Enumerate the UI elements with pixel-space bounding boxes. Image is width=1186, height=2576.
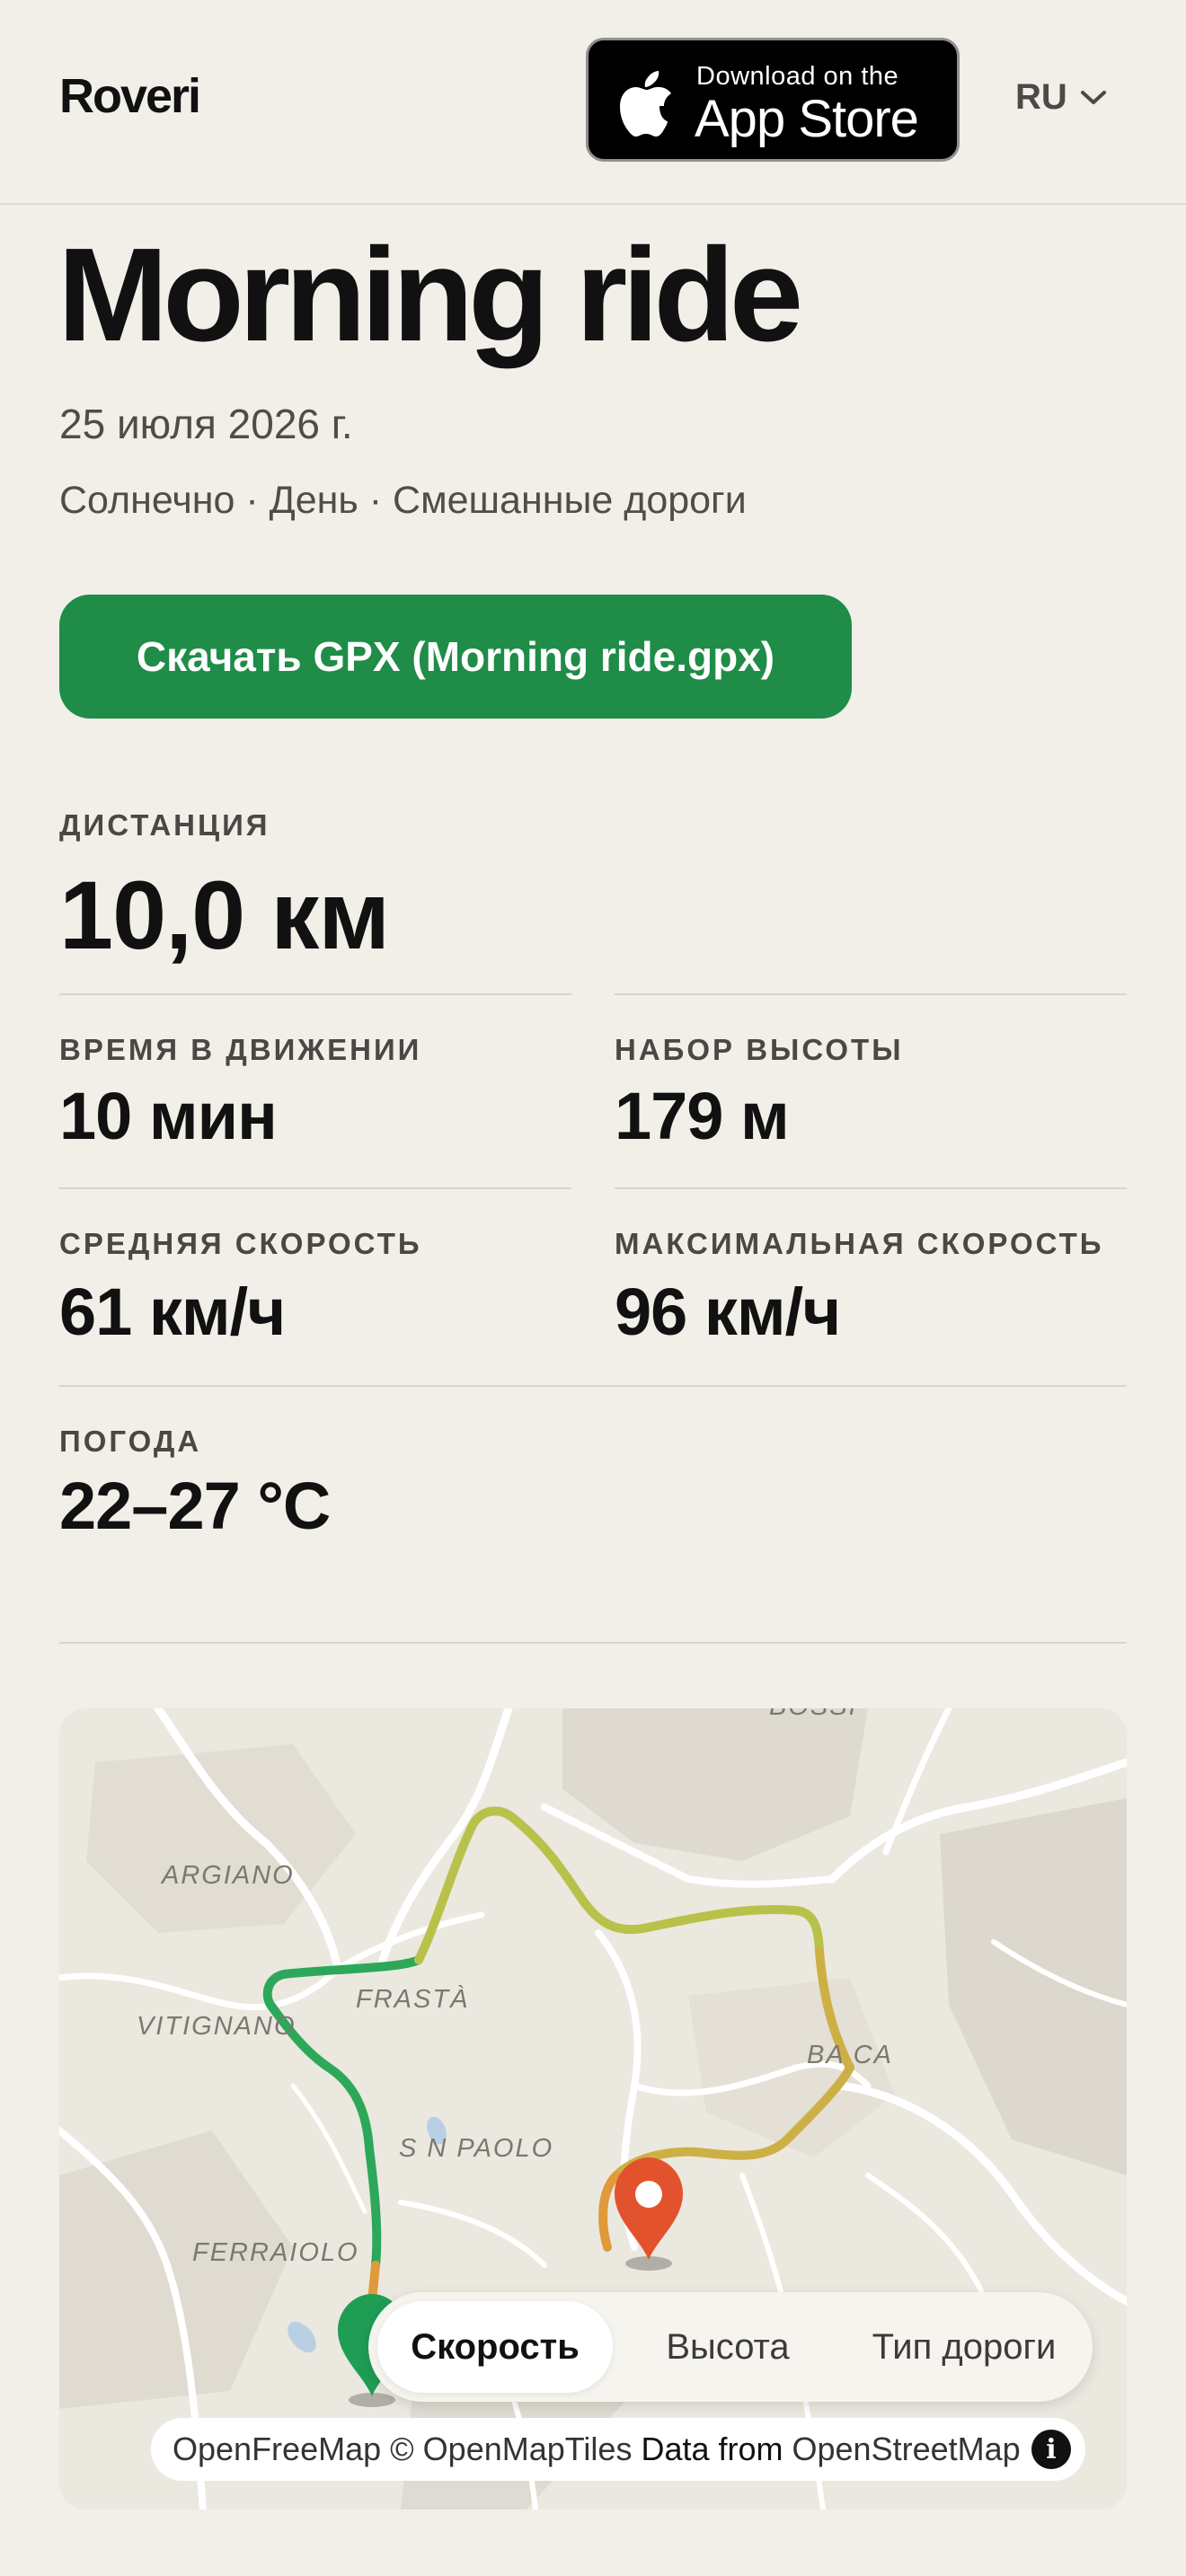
language-selector[interactable]: RU — [1015, 77, 1107, 118]
place-label: FRASTÀ — [356, 1985, 470, 2014]
divider — [59, 1642, 1127, 1644]
download-gpx-button[interactable]: Скачать GPX (Morning ride.gpx) — [59, 595, 852, 719]
max-speed-label: МАКСИМАЛЬНАЯ СКОРОСТЬ — [615, 1227, 1104, 1260]
elevation-gain-label: НАБОР ВЫСОТЫ — [615, 1033, 904, 1066]
moving-time-label: ВРЕМЯ В ДВИЖЕНИИ — [59, 1033, 422, 1066]
ride-tags: Солнечно · День · Смешанные дороги — [59, 479, 747, 522]
weather-label: ПОГОДА — [59, 1425, 202, 1458]
distance-value: 10,0 км — [59, 860, 390, 969]
place-label: S N PAOLO — [399, 2134, 554, 2163]
logo[interactable]: Roveri — [59, 68, 201, 124]
avg-speed-value: 61 км/ч — [59, 1275, 286, 1349]
elevation-gain-value: 179 м — [615, 1079, 790, 1153]
weather-value: 22–27 °C — [59, 1469, 331, 1543]
divider — [615, 1187, 1127, 1189]
place-label: ARGIANO — [162, 1861, 295, 1890]
chevron-down-icon — [1080, 90, 1106, 104]
app-store-button[interactable]: Download on the App Store — [586, 38, 960, 162]
distance-label: ДИСТАНЦИЯ — [59, 808, 270, 842]
data-from-text: Data from — [641, 2430, 783, 2467]
tab-elevation[interactable]: Высота — [622, 2301, 834, 2393]
info-icon[interactable]: i — [1031, 2430, 1071, 2469]
ride-date: 25 июля 2026 г. — [59, 401, 353, 447]
avg-speed-label: СРЕДНЯЯ СКОРОСТЬ — [59, 1227, 422, 1260]
divider — [59, 1187, 571, 1189]
moving-time-value: 10 мин — [59, 1079, 278, 1153]
place-label: BA CA — [807, 2041, 893, 2069]
tab-speed[interactable]: Скорость — [377, 2301, 613, 2393]
language-label: RU — [1015, 77, 1067, 117]
max-speed-value: 96 км/ч — [615, 1275, 841, 1349]
app-store-small-text: Download on the — [696, 62, 899, 91]
ride-title: Morning ride — [58, 221, 803, 369]
place-label: VITIGNANO — [137, 2012, 296, 2041]
map-attribution: OpenFreeMap © OpenMapTiles Data from Ope… — [151, 2418, 1085, 2481]
route-map[interactable]: ARGIANO FRASTÀ VITIGNANO BA CA S N PAOLO… — [59, 1708, 1127, 2510]
divider — [615, 993, 1127, 995]
openmaptiles-link[interactable]: © OpenMapTiles — [390, 2430, 632, 2468]
app-store-big-text: App Store — [695, 90, 919, 148]
divider — [59, 993, 571, 995]
divider — [59, 1385, 1127, 1387]
openstreetmap-link[interactable]: OpenStreetMap — [792, 2430, 1021, 2468]
map-layer-tabs: Скорость Высота Тип дороги — [368, 2292, 1093, 2402]
site-header: Roveri Download on the App Store RU — [0, 0, 1186, 205]
place-label: FERRAIOLO — [192, 2238, 359, 2267]
tab-road-type[interactable]: Тип дороги — [845, 2301, 1084, 2393]
openfreemap-link[interactable]: OpenFreeMap — [173, 2430, 381, 2468]
place-label: BOSSI — [769, 1708, 858, 1722]
apple-icon — [620, 71, 671, 137]
